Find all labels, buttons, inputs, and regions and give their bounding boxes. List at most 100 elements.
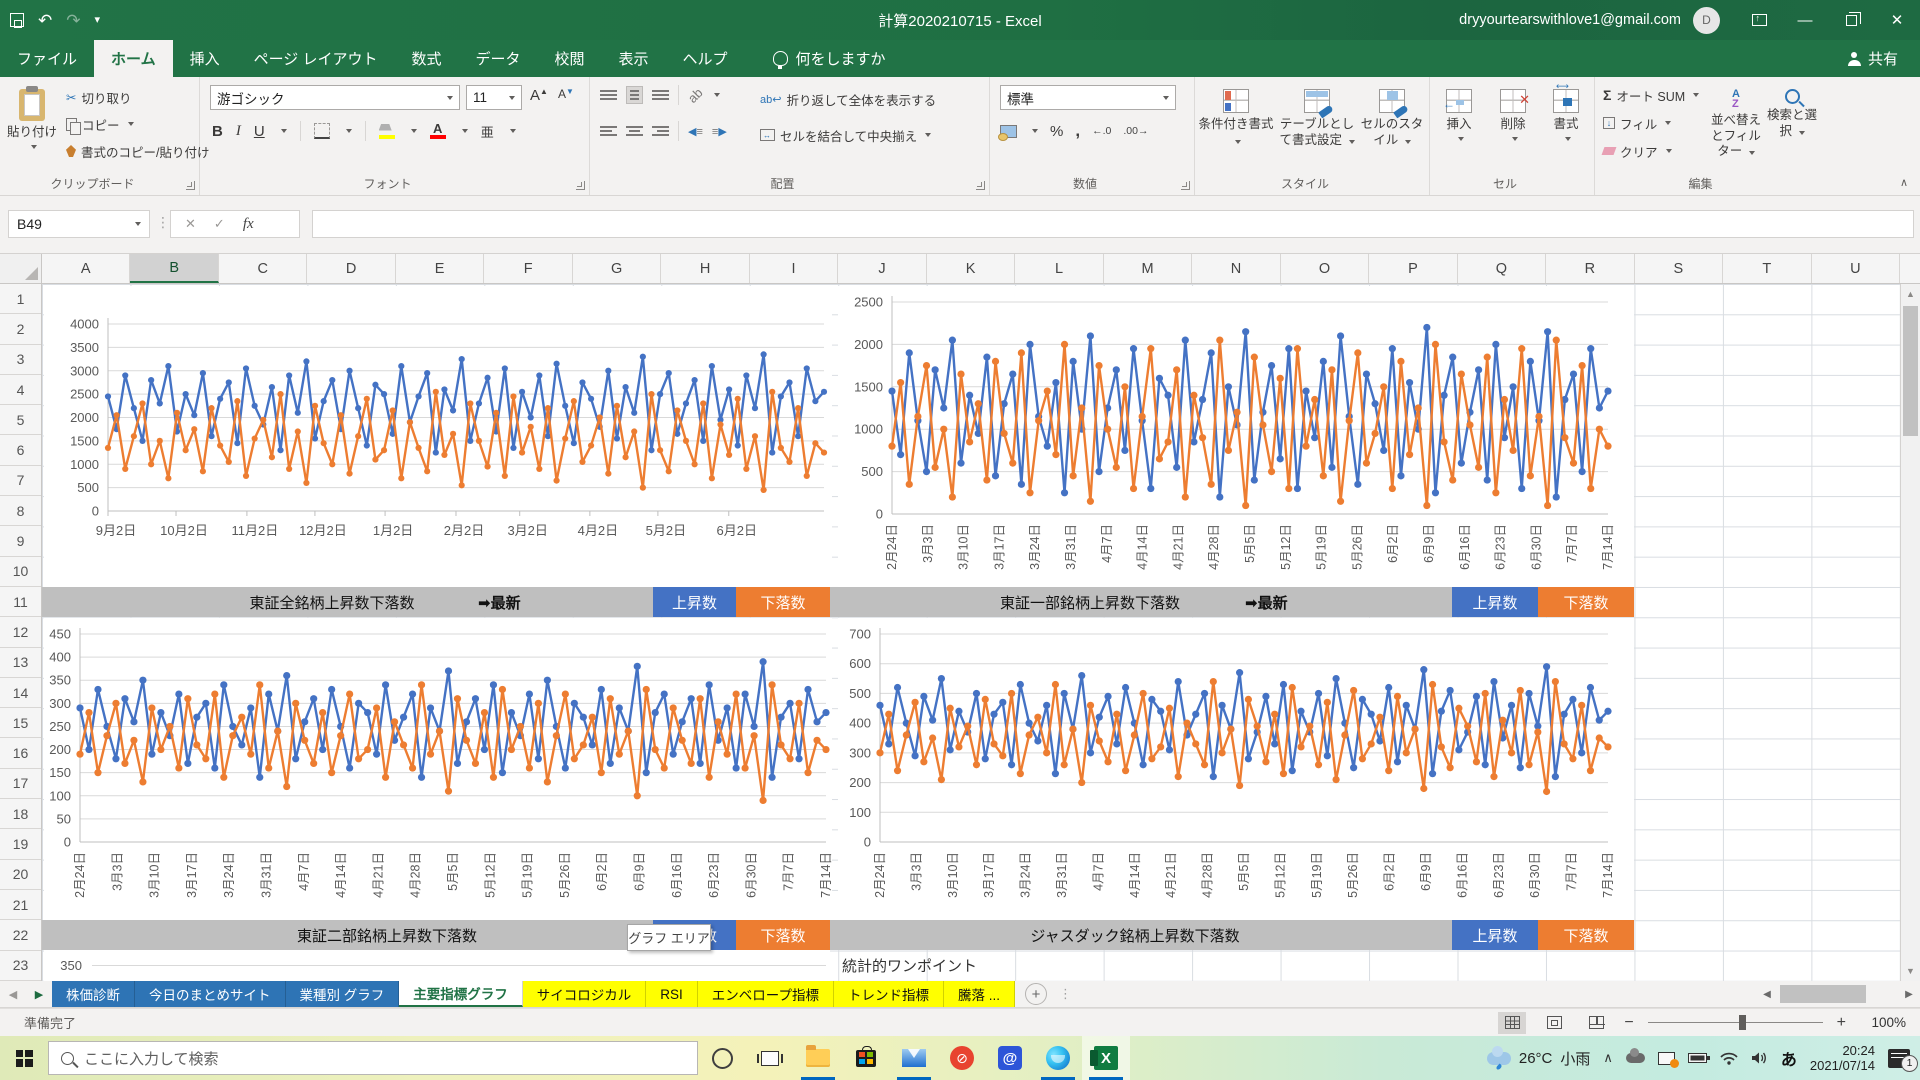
sheet-tab-今日のまとめサイト[interactable]: 今日のまとめサイト [135,981,286,1007]
collapse-ribbon-icon[interactable]: ∧ [1900,176,1908,189]
at-menu-app-button[interactable]: @ [986,1036,1034,1080]
percent-icon[interactable]: % [1050,123,1063,140]
row-header-23[interactable]: 23 [0,951,41,981]
column-header-T[interactable]: T [1723,254,1811,283]
up-count-button[interactable]: 上昇数 [1452,587,1538,617]
zoom-level[interactable]: 100% [1860,1015,1906,1030]
zoom-slider[interactable] [1648,1022,1823,1024]
speaker-icon[interactable] [1751,1051,1768,1065]
row-header-13[interactable]: 13 [0,648,41,678]
enter-icon[interactable]: ✓ [214,216,225,232]
ribbon-tab-ページ レイアウト[interactable]: ページ レイアウト [237,40,395,77]
ribbon-tab-ファイル[interactable]: ファイル [0,40,94,77]
notification-center-icon[interactable]: 1 [1888,1049,1910,1068]
alignment-dialog-launcher-icon[interactable] [976,181,985,190]
fill-button[interactable]: ↓フィル [1603,111,1699,135]
display-icon[interactable] [1658,1052,1675,1065]
zoom-slider-thumb[interactable] [1739,1015,1746,1030]
ribbon-tab-挿入[interactable]: 挿入 [173,40,237,77]
onedrive-icon[interactable] [1626,1053,1645,1063]
insert-function-icon[interactable]: fx [243,216,254,233]
edge-button[interactable] [1034,1036,1082,1080]
column-header-J[interactable]: J [838,254,926,283]
increase-indent-icon[interactable]: ≡▶ [712,125,727,138]
mail-button[interactable] [890,1036,938,1080]
name-box[interactable]: B49 [8,210,150,238]
avatar[interactable]: D [1693,7,1720,34]
up-count-button[interactable]: 上昇数 [1452,920,1538,950]
share-button[interactable]: 共有 [1826,40,1920,77]
horizontal-scroll-thumb[interactable] [1780,985,1866,1003]
normal-view-icon[interactable] [1498,1012,1526,1034]
wifi-icon[interactable] [1720,1051,1738,1065]
up-count-button[interactable]: 上昇数 [653,587,736,617]
row-header-6[interactable]: 6 [0,436,41,466]
hscroll-left-icon[interactable]: ◀ [1756,981,1778,1007]
column-header-P[interactable]: P [1369,254,1457,283]
cut-button[interactable]: ✂切り取り [66,85,209,109]
microsoft-store-button[interactable] [842,1036,890,1080]
zoom-out-icon[interactable]: − [1624,1014,1633,1032]
column-header-U[interactable]: U [1812,254,1900,283]
row-header-7[interactable]: 7 [0,466,41,496]
font-size-combo[interactable]: 11 [466,85,522,110]
row-header-18[interactable]: 18 [0,799,41,829]
zoom-in-icon[interactable]: + [1837,1014,1846,1032]
clipboard-dialog-launcher-icon[interactable] [186,181,195,190]
ribbon-tab-数式[interactable]: 数式 [394,40,458,77]
add-sheet-button[interactable]: + [1025,983,1047,1005]
page-layout-view-icon[interactable] [1540,1012,1568,1034]
row-header-16[interactable]: 16 [0,739,41,769]
font-name-combo[interactable]: 游ゴシック [210,85,460,110]
autosum-button[interactable]: Σオート SUM [1603,83,1699,107]
underline-button[interactable]: U [254,123,265,140]
scroll-down-icon[interactable]: ▼ [1901,961,1920,981]
column-header-K[interactable]: K [927,254,1015,283]
restore-button[interactable] [1828,0,1874,40]
down-count-button[interactable]: 下落数 [736,587,830,617]
taskbar-search-input[interactable]: ここに入力して検索 [48,1041,698,1075]
column-header-S[interactable]: S [1635,254,1723,283]
font-color-icon[interactable]: A [430,123,446,139]
task-view-button[interactable] [746,1036,794,1080]
row-header-20[interactable]: 20 [0,860,41,890]
number-dialog-launcher-icon[interactable] [1181,181,1190,190]
font-dialog-launcher-icon[interactable] [576,181,585,190]
row-header-14[interactable]: 14 [0,678,41,708]
format-as-table-button[interactable]: テーブルとして書式設定 [1277,81,1357,148]
ribbon-tab-ヘルプ[interactable]: ヘルプ [666,40,745,77]
decrease-indent-icon[interactable]: ◀≡ [688,125,703,138]
sheet-tab-サイコロジカル[interactable]: サイコロジカル [523,981,647,1007]
number-format-combo[interactable]: 標準 [1000,85,1176,110]
page-break-view-icon[interactable] [1582,1012,1610,1034]
format-painter-button[interactable]: 書式のコピー/貼り付け [66,139,209,163]
battery-icon[interactable] [1688,1053,1707,1063]
formula-input[interactable] [312,210,1914,238]
row-header-22[interactable]: 22 [0,920,41,950]
align-middle-icon[interactable] [626,86,643,104]
chart-jasdaq[interactable]: 01002003004005006007002月24日3月3日3月10日3月17… [838,618,1634,920]
column-header-D[interactable]: D [307,254,395,283]
sheet-tab-騰落[interactable]: 騰落 ... [944,981,1015,1007]
down-count-button[interactable]: 下落数 [736,920,830,950]
clear-button[interactable]: クリア [1603,139,1699,163]
italic-button[interactable]: I [236,123,241,140]
ribbon-tab-データ[interactable]: データ [458,40,537,77]
row-header-3[interactable]: 3 [0,345,41,375]
sheet-nav-right-icon[interactable]: ▶ [26,981,52,1007]
row-header-11[interactable]: 11 [0,587,41,617]
row-header-2[interactable]: 2 [0,314,41,344]
chart-tse-all-issues[interactable]: 050010001500200025003000350040009月2日10月2… [44,286,832,587]
increase-decimal-icon[interactable]: ←.0 [1092,125,1111,137]
hscroll-right-icon[interactable]: ▶ [1898,981,1920,1007]
ribbon-display-options-icon[interactable] [1736,0,1782,40]
column-header-O[interactable]: O [1281,254,1369,283]
excel-taskbar-button[interactable]: X [1082,1036,1130,1080]
column-header-H[interactable]: H [661,254,749,283]
column-header-C[interactable]: C [219,254,307,283]
close-button[interactable]: ✕ [1874,0,1920,40]
cortana-button[interactable] [698,1036,746,1080]
row-header-8[interactable]: 8 [0,496,41,526]
ribbon-tab-校閲[interactable]: 校閲 [538,40,602,77]
copy-button[interactable]: コピー [66,112,209,136]
